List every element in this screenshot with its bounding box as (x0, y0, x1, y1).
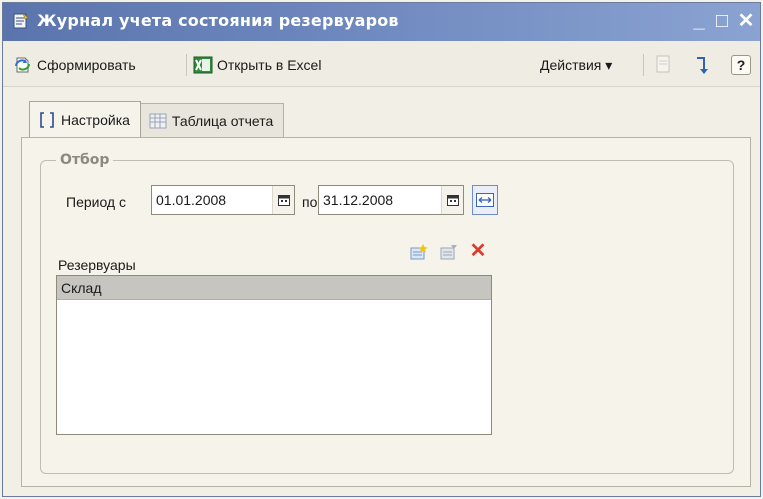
actions-label: Действия ▾ (540, 56, 613, 73)
generate-button[interactable]: Сформировать (13, 53, 136, 77)
edit-item-icon[interactable] (438, 243, 460, 263)
toolbar-separator (643, 54, 644, 76)
actions-menu[interactable]: Действия ▾ (540, 53, 612, 77)
toolbar: Сформировать Открыть в Excel Действия ▾ … (3, 41, 760, 87)
table-icon (149, 113, 167, 128)
minimize-button[interactable]: _ (687, 9, 711, 33)
toolbar-separator (186, 54, 187, 76)
calendar-icon[interactable] (441, 186, 463, 214)
period-range-icon (476, 193, 494, 207)
date-from-field[interactable]: 01.01.2008 (151, 185, 295, 215)
tab-report-table[interactable]: Таблица отчета (139, 103, 285, 137)
excel-icon (193, 56, 213, 74)
report-icon (13, 12, 29, 29)
tab-strip: Настройка Таблица отчета (29, 101, 285, 137)
excel-label: Открыть в Excel (217, 57, 322, 73)
date-from-value: 01.01.2008 (156, 192, 227, 208)
generate-label: Сформировать (37, 57, 136, 73)
date-to-value: 31.12.2008 (323, 192, 394, 208)
settings-bracket-icon (40, 111, 54, 128)
maximize-button[interactable]: □ (710, 9, 734, 33)
filter-legend: Отбор (56, 152, 114, 168)
tab-settings[interactable]: Настройка (29, 101, 141, 137)
list-item[interactable]: Склад (57, 276, 491, 300)
tab-report-table-label: Таблица отчета (171, 112, 274, 129)
close-button[interactable]: ✕ (734, 9, 758, 33)
reservoirs-label: Резервуары (58, 257, 136, 273)
reservoirs-list[interactable]: Склад (56, 275, 492, 435)
calendar-icon[interactable] (272, 186, 294, 214)
document-icon[interactable] (654, 54, 674, 76)
tab-settings-label: Настройка (61, 111, 130, 128)
content-area: Настройка Таблица отчета Отбор Период с … (3, 87, 760, 496)
period-from-label: Период с (66, 194, 126, 210)
delete-item-icon[interactable]: ✕ (468, 240, 488, 262)
period-to-label: по (302, 194, 318, 210)
open-excel-button[interactable]: Открыть в Excel (193, 53, 321, 77)
go-to-arrow-icon[interactable] (691, 53, 711, 77)
add-item-icon[interactable] (408, 243, 430, 263)
date-to-field[interactable]: 31.12.2008 (318, 185, 464, 215)
report-window: Журнал учета состояния резервуаров _ □ ✕… (2, 2, 761, 497)
help-button[interactable]: ? (731, 55, 751, 75)
settings-panel: Отбор Период с 01.01.2008 по 31.12.2008 (21, 137, 751, 487)
generate-icon (15, 57, 30, 73)
select-period-button[interactable] (472, 185, 498, 215)
window-title: Журнал учета состояния резервуаров (37, 11, 399, 30)
title-bar[interactable]: Журнал учета состояния резервуаров _ □ ✕ (3, 3, 760, 41)
